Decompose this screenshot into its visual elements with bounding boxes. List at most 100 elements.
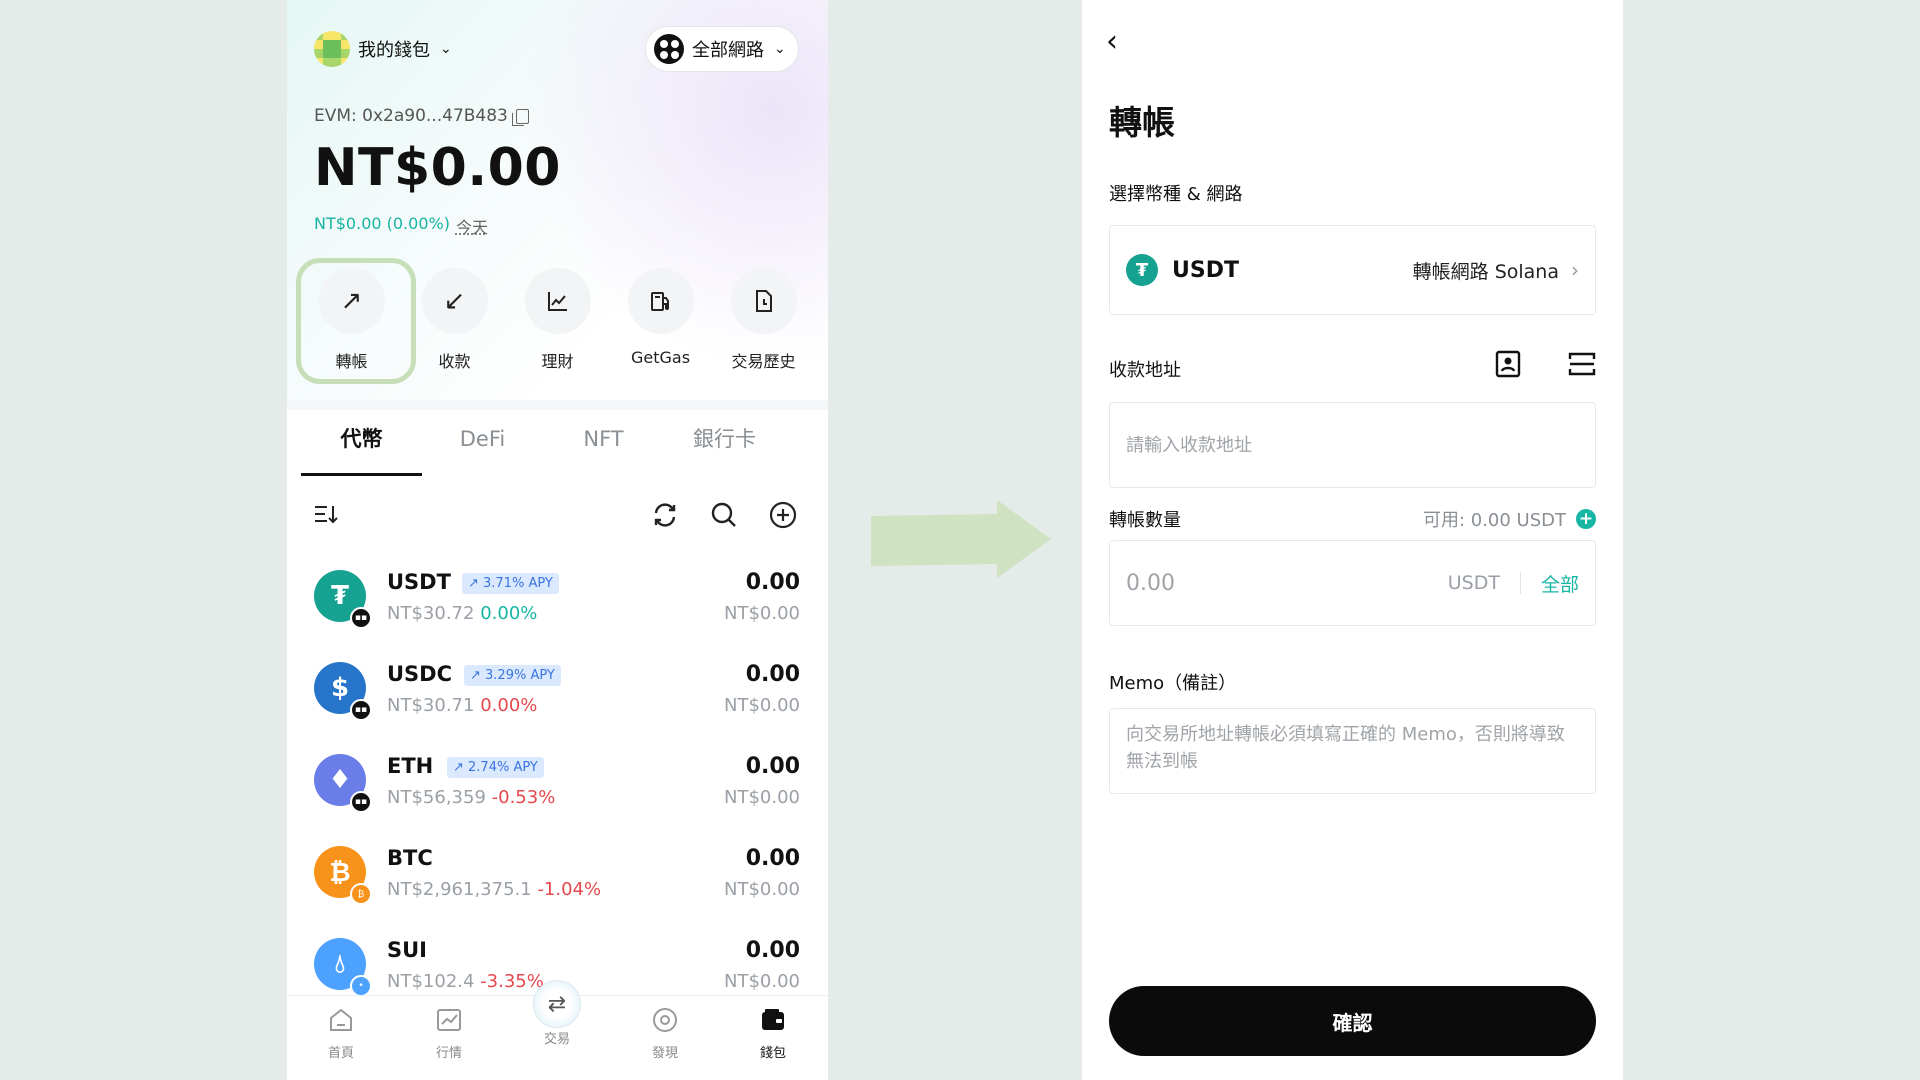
all-networks-icon — [654, 34, 684, 64]
token-amount: 0.00 — [745, 662, 800, 687]
address-book-icon[interactable] — [1494, 350, 1522, 378]
add-token-icon[interactable] — [768, 500, 798, 530]
token-symbol: USDC — [387, 662, 453, 686]
token-price: NT$2,961,375.1 — [387, 879, 532, 900]
nav-home[interactable]: 首頁 — [287, 996, 395, 1080]
wallet-selector[interactable]: 我的錢包 ⌄ — [314, 31, 452, 67]
network-selector-label: 全部網路 — [692, 40, 764, 61]
document-icon — [730, 268, 797, 334]
multichain-badge-icon: ▪▪ — [350, 607, 372, 629]
nav-label: 行情 — [435, 1046, 462, 1061]
max-amount-button[interactable]: 全部 — [1521, 570, 1579, 597]
apy-badge: ↗ 2.74% APY — [447, 757, 544, 778]
action-earn[interactable]: 理財 — [506, 266, 609, 376]
sort-icon[interactable] — [311, 500, 341, 530]
apy-text: 2.74% APY — [468, 760, 538, 775]
action-transfer[interactable]: ↗ 轉帳 — [296, 258, 416, 384]
memo-input-box — [1109, 708, 1596, 794]
network-text: 轉帳網路 Solana — [1412, 260, 1559, 283]
token-change: -3.35% — [480, 971, 544, 992]
search-icon[interactable] — [709, 500, 739, 530]
wallet-name: 我的錢包 — [358, 40, 430, 61]
wallet-screen: 我的錢包 ⌄ 全部網路 ⌄ EVM: 0x2a90...47B483 NT$0.… — [287, 0, 828, 1080]
token-change: -1.04% — [537, 879, 602, 900]
action-label: 理財 — [541, 352, 574, 371]
wallet-avatar — [314, 31, 350, 67]
usdt-logo-icon: ₮ — [1126, 254, 1158, 286]
amount-unit: USDT — [1448, 572, 1521, 594]
token-toolbar — [287, 490, 828, 540]
tab-nft[interactable]: NFT — [543, 410, 664, 472]
chevron-down-icon: ⌄ — [440, 41, 452, 57]
copy-icon[interactable] — [511, 108, 529, 126]
available-balance: 可用: 0.00 USDT + — [1423, 506, 1596, 532]
gas-station-icon — [627, 268, 694, 334]
bottom-navigation: 首頁 行情 ⇄ 交易 發現 錢包 — [287, 980, 828, 1080]
token-row-btc[interactable]: ₿ ₿ BTC NT$2,961,375.1 -1.04% 0.00 NT$0.… — [287, 836, 828, 928]
nav-label: 首頁 — [327, 1046, 354, 1061]
tab-bank-card[interactable]: 銀行卡 — [664, 410, 785, 472]
btc-network-badge-icon: ₿ — [350, 883, 372, 905]
action-getgas[interactable]: GetGas — [609, 266, 712, 376]
multichain-badge-icon: ▪▪ — [350, 699, 372, 721]
token-row-usdc[interactable]: $ ▪▪ USDC ↗ 3.29% APY NT$30.71 0.00% 0.0… — [287, 652, 828, 744]
memo-input[interactable] — [1110, 709, 1595, 793]
chevron-right-icon: › — [1571, 258, 1579, 282]
refresh-icon[interactable] — [650, 500, 680, 530]
token-amount: 0.00 — [745, 570, 800, 595]
back-arrow-icon[interactable]: ‹ — [1106, 24, 1142, 60]
token-fiat-value: NT$0.00 — [724, 695, 800, 716]
balance-change-row: NT$0.00 (0.00%) 今天 — [314, 214, 488, 238]
tab-defi[interactable]: DeFi — [422, 410, 543, 472]
address-input[interactable] — [1110, 403, 1595, 487]
evm-address-row: EVM: 0x2a90...47B483 — [314, 106, 529, 126]
token-symbol: USDT — [387, 570, 451, 594]
multichain-badge-icon: ▪▪ — [350, 791, 372, 813]
sui-network-badge-icon: • — [350, 975, 372, 997]
token-fiat-value: NT$0.00 — [724, 787, 800, 808]
nav-market[interactable]: 行情 — [395, 996, 503, 1080]
arrow-down-left-icon: ↙ — [421, 268, 488, 334]
address-input-box — [1109, 402, 1596, 488]
token-amount: 0.00 — [745, 846, 800, 871]
plus-icon[interactable]: + — [1576, 509, 1596, 529]
coin-network-selector[interactable]: ₮ USDT 轉帳網路 Solana › — [1109, 225, 1596, 315]
token-fiat-value: NT$0.00 — [724, 603, 800, 624]
apy-badge: ↗ 3.71% APY — [462, 573, 559, 594]
network-selector[interactable]: 全部網路 ⌄ — [645, 26, 799, 72]
change-period[interactable]: 今天 — [456, 214, 488, 238]
nav-label: 發現 — [651, 1046, 678, 1061]
scan-icon[interactable] — [1568, 350, 1596, 378]
token-price: NT$56,359 — [387, 787, 486, 808]
balance-change: NT$0.00 (0.00%) — [314, 214, 450, 233]
asset-tabs: 代幣 DeFi NFT 銀行卡 — [287, 400, 828, 476]
nav-label: 錢包 — [759, 1046, 786, 1061]
token-price: NT$30.72 — [387, 603, 475, 624]
token-change: 0.00% — [480, 603, 538, 624]
nav-trade[interactable]: ⇄ 交易 — [503, 980, 611, 1080]
swap-icon: ⇄ — [533, 980, 581, 1028]
nav-discover[interactable]: 發現 — [611, 996, 719, 1080]
token-fiat-value: NT$0.00 — [724, 879, 800, 900]
action-receive[interactable]: ↙ 收款 — [403, 266, 506, 376]
confirm-button[interactable]: 確認 — [1109, 986, 1596, 1056]
total-balance: NT$0.00 — [314, 138, 561, 198]
flow-arrow-icon — [871, 500, 1051, 578]
token-change: -0.53% — [491, 787, 556, 808]
amount-input-box[interactable]: 0.00 USDT 全部 — [1109, 540, 1596, 626]
action-label: 收款 — [438, 352, 471, 371]
token-row-eth[interactable]: ♦ ▪▪ ETH ↗ 2.74% APY NT$56,359 -0.53% 0.… — [287, 744, 828, 836]
action-history[interactable]: 交易歷史 — [712, 266, 815, 376]
action-label: 交易歷史 — [731, 352, 796, 371]
token-row-usdt[interactable]: ₮ ▪▪ USDT ↗ 3.71% APY NT$30.72 0.00% 0.0… — [287, 560, 828, 652]
amount-input[interactable]: 0.00 — [1126, 571, 1448, 596]
apy-badge: ↗ 3.29% APY — [464, 665, 561, 686]
tab-tokens[interactable]: 代幣 — [301, 410, 422, 476]
token-symbol: ETH — [387, 754, 434, 778]
token-price: NT$102.4 — [387, 971, 475, 992]
chevron-down-icon: ⌄ — [774, 41, 786, 57]
nav-wallet[interactable]: 錢包 — [719, 996, 827, 1080]
wallet-icon — [757, 1004, 789, 1036]
page-title: 轉帳 — [1109, 103, 1175, 142]
chart-line-icon — [524, 268, 591, 334]
